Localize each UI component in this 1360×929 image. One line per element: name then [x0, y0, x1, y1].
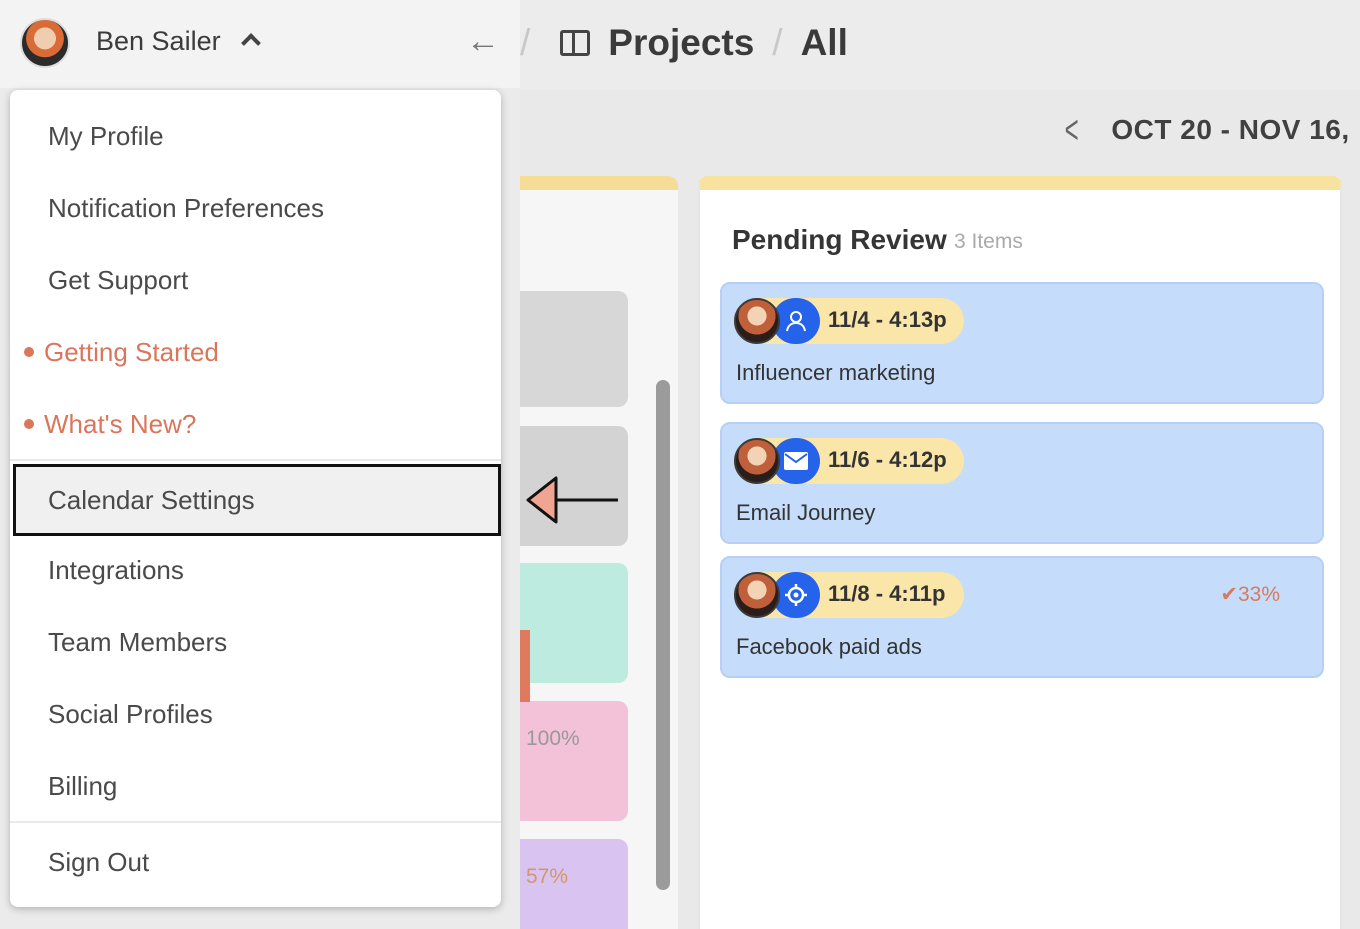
- board-icon: [560, 30, 591, 56]
- column-item-count: 3 Items: [954, 230, 1023, 253]
- project-card[interactable]: 11/8 - 4:11p ✔33% Facebook paid ads: [720, 556, 1324, 678]
- card-title: Influencer marketing: [736, 360, 936, 385]
- menu-divider: [10, 821, 501, 823]
- menu-item-label: Billing: [48, 770, 118, 801]
- board-column-pending-review: Pending Review 3 Items 11/4 - 4:13p Infl…: [698, 176, 1342, 929]
- breadcrumb-separator: /: [772, 22, 783, 63]
- menu-item-integrations[interactable]: Integrations: [10, 540, 501, 600]
- menu-item-notification-preferences[interactable]: Notification Preferences: [10, 178, 501, 238]
- scrollbar-thumb[interactable]: [656, 380, 670, 890]
- breadcrumb-separator: /: [520, 22, 531, 63]
- accent-bar: [520, 630, 530, 702]
- date-pill: 11/4 - 4:13p: [734, 298, 964, 344]
- avatar: [20, 18, 70, 68]
- menu-item-getting-started[interactable]: Getting Started: [10, 322, 501, 382]
- check-icon: ✔: [1220, 583, 1238, 606]
- breadcrumb: / Projects / All: [520, 0, 848, 86]
- menu-item-label: Sign Out: [48, 846, 150, 877]
- menu-item-social-profiles[interactable]: Social Profiles: [10, 684, 501, 744]
- chevron-up-icon[interactable]: [241, 33, 261, 53]
- date-navigation: < OCT 20 - NOV 16,: [1060, 110, 1350, 150]
- user-name[interactable]: Ben Sailer: [96, 26, 221, 57]
- due-date: 11/6 - 4:12p: [828, 447, 947, 472]
- menu-item-label: My Profile: [48, 120, 164, 151]
- breadcrumb-projects[interactable]: Projects: [608, 22, 754, 64]
- menu-item-label: Team Members: [48, 626, 228, 657]
- menu-item-whats-new[interactable]: What's New?: [10, 394, 501, 454]
- progress-percent: 100%: [526, 727, 580, 750]
- avatar: [734, 438, 780, 484]
- notification-dot-icon: [24, 419, 34, 429]
- menu-divider: [10, 459, 501, 461]
- due-date: 11/4 - 4:13p: [828, 307, 947, 332]
- user-menu-toggle[interactable]: Ben Sailer ←: [0, 0, 520, 88]
- menu-item-sign-out[interactable]: Sign Out: [10, 832, 501, 892]
- breadcrumb-all[interactable]: All: [801, 22, 848, 64]
- card-title: Facebook paid ads: [736, 634, 922, 659]
- notification-dot-icon: [24, 347, 34, 357]
- menu-item-label: Integrations: [48, 554, 184, 585]
- project-card[interactable]: 100%: [520, 701, 628, 821]
- menu-item-label: Getting Started: [44, 336, 219, 367]
- due-date: 11/8 - 4:11p: [828, 581, 946, 606]
- progress-indicator: ✔33%: [1220, 582, 1280, 607]
- date-range: OCT 20 - NOV 16,: [1111, 114, 1350, 145]
- progress-percent: 57%: [526, 865, 569, 888]
- app-header: / Projects / All: [520, 0, 1360, 90]
- user-dropdown-menu: My Profile Notification Preferences Get …: [10, 90, 501, 907]
- card-title: Email Journey: [736, 500, 876, 525]
- menu-item-label: Social Profiles: [48, 698, 213, 729]
- menu-item-label: Get Support: [48, 264, 189, 295]
- chevron-left-icon[interactable]: <: [1065, 110, 1079, 150]
- menu-item-label: What's New?: [44, 408, 197, 439]
- avatar: [734, 572, 780, 618]
- menu-item-billing[interactable]: Billing: [10, 756, 501, 816]
- menu-item-team-members[interactable]: Team Members: [10, 612, 501, 672]
- menu-item-label: Notification Preferences: [48, 192, 325, 223]
- date-pill: 11/8 - 4:11p: [734, 572, 964, 618]
- project-card[interactable]: 11/4 - 4:13p Influencer marketing: [720, 282, 1324, 404]
- menu-item-calendar-settings[interactable]: Calendar Settings: [13, 464, 501, 536]
- date-pill: 11/6 - 4:12p: [734, 438, 964, 484]
- annotation-arrow-icon: [526, 476, 618, 524]
- arrow-left-icon[interactable]: ←: [466, 24, 500, 58]
- avatar: [734, 298, 780, 344]
- menu-item-label: Calendar Settings: [48, 484, 255, 515]
- menu-item-get-support[interactable]: Get Support: [10, 250, 501, 310]
- project-card[interactable]: 57%: [520, 839, 628, 929]
- menu-item-my-profile[interactable]: My Profile: [10, 106, 501, 166]
- project-card[interactable]: [520, 563, 628, 683]
- sidebar: Ben Sailer ← My Profile Notification Pre…: [0, 0, 520, 929]
- board-area: < OCT 20 - NOV 16, 100% 57% Pending Revi…: [520, 90, 1360, 929]
- board-column-left: 100% 57%: [520, 176, 678, 929]
- project-card[interactable]: [520, 291, 628, 407]
- project-card[interactable]: 11/6 - 4:12p Email Journey: [720, 422, 1324, 544]
- progress-percent: 33%: [1237, 583, 1280, 606]
- column-title: Pending Review: [732, 224, 947, 255]
